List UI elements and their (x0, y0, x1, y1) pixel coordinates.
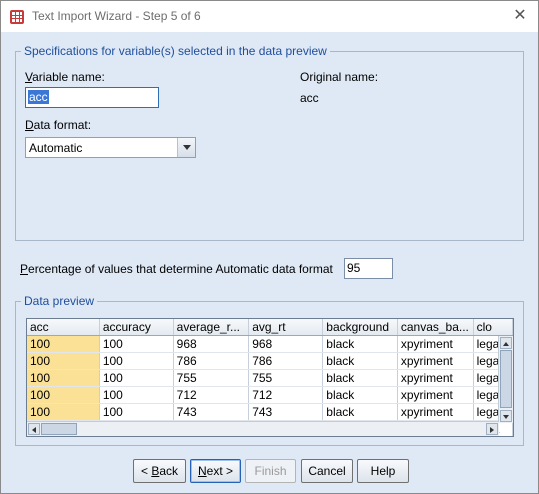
table-cell[interactable]: 743 (248, 403, 324, 421)
table-cell[interactable]: 786 (173, 352, 250, 370)
table-cell[interactable]: 100 (27, 369, 100, 387)
finish-button[interactable]: Finish (245, 459, 296, 483)
vertical-scrollbar[interactable] (498, 336, 513, 423)
vertical-scroll-thumb[interactable] (500, 350, 512, 408)
table-cell[interactable]: xpyriment (397, 386, 474, 404)
column-header[interactable]: average_r... (173, 319, 250, 336)
table-cell[interactable]: 100 (99, 403, 174, 421)
data-preview-grid[interactable]: acc accuracy average_r... avg_rt backgro… (26, 318, 514, 437)
horizontal-scroll-thumb[interactable] (41, 423, 77, 435)
column-header[interactable]: background (322, 319, 398, 336)
table-cell[interactable]: 100 (27, 386, 100, 404)
spss-app-icon (10, 10, 24, 24)
original-name-value: acc (300, 91, 319, 105)
specifications-legend: Specifications for variable(s) selected … (21, 44, 330, 58)
back-prefix: < (140, 464, 152, 478)
column-header[interactable]: avg_rt (248, 319, 324, 336)
table-cell[interactable]: 100 (27, 352, 100, 370)
table-cell[interactable]: 712 (173, 386, 250, 404)
table-cell[interactable]: black (322, 369, 398, 387)
table-cell[interactable]: black (322, 352, 398, 370)
table-cell[interactable]: 786 (248, 352, 324, 370)
table-cell[interactable]: 968 (248, 335, 324, 353)
table-cell[interactable]: 712 (248, 386, 324, 404)
table-cell[interactable]: xpyriment (397, 369, 474, 387)
data-preview-table: acc accuracy average_r... avg_rt backgro… (27, 319, 513, 436)
table-cell[interactable]: 100 (99, 352, 174, 370)
percentage-accel: P (20, 262, 29, 276)
table-cell[interactable]: 755 (173, 369, 250, 387)
scroll-down-arrow-icon[interactable] (500, 410, 512, 422)
data-preview-legend: Data preview (21, 294, 98, 308)
table-cell[interactable]: black (322, 403, 398, 421)
title-bar: Text Import Wizard - Step 5 of 6 ✕ (1, 1, 538, 32)
header-row: acc accuracy average_r... avg_rt backgro… (27, 319, 513, 336)
table-cell[interactable]: xpyriment (397, 352, 474, 370)
cancel-button[interactable]: Cancel (301, 459, 353, 483)
data-format-label: Data format: (25, 118, 91, 132)
table-cell[interactable]: 100 (27, 335, 100, 353)
horizontal-scrollbar[interactable] (27, 421, 499, 436)
table-row: 100 100 755 755 black xpyriment lega (27, 369, 513, 387)
table-cell[interactable]: 968 (173, 335, 250, 353)
help-button[interactable]: Help (357, 459, 409, 483)
scroll-right-arrow-icon[interactable] (486, 423, 498, 435)
variable-name-value: acc (28, 90, 49, 104)
window-title: Text Import Wizard - Step 5 of 6 (32, 9, 201, 23)
table-cell[interactable]: 100 (99, 386, 174, 404)
column-header[interactable]: clo (473, 319, 513, 336)
column-header[interactable]: canvas_ba... (397, 319, 474, 336)
column-header[interactable]: acc (27, 319, 100, 336)
chevron-down-icon[interactable] (177, 138, 195, 157)
table-row: 100 100 786 786 black xpyriment lega (27, 352, 513, 370)
close-icon: ✕ (513, 7, 527, 24)
back-label-rest: ack (159, 464, 179, 478)
percentage-label: Percentage of values that determine Auto… (20, 262, 333, 276)
data-format-accel: D (25, 118, 34, 132)
data-format-select[interactable]: Automatic (25, 137, 196, 158)
table-row: 100 100 712 712 black xpyriment lega (27, 386, 513, 404)
scroll-left-arrow-icon[interactable] (28, 423, 40, 435)
column-header[interactable]: accuracy (99, 319, 174, 336)
data-format-label-rest: ata format: (33, 118, 92, 132)
data-format-value: Automatic (29, 141, 83, 155)
next-accel: N (197, 464, 207, 478)
table-cell[interactable]: 100 (99, 335, 174, 353)
variable-name-label: Variable name: (25, 70, 105, 84)
table-cell[interactable]: 755 (248, 369, 324, 387)
next-button[interactable]: Next > (190, 459, 241, 483)
table-row: 100 100 968 968 black xpyriment lega (27, 335, 513, 353)
scroll-up-arrow-icon[interactable] (500, 337, 512, 349)
back-button[interactable]: < Back (133, 459, 186, 483)
table-cell[interactable]: black (322, 386, 398, 404)
percentage-value: 95 (347, 261, 361, 275)
original-name-label: Original name: (300, 70, 379, 84)
table-row: 100 100 743 743 black xpyriment lega (27, 403, 513, 421)
percentage-input[interactable]: 95 (344, 258, 393, 279)
next-label-rest: ext > (206, 464, 234, 478)
table-cell[interactable]: xpyriment (397, 335, 474, 353)
table-cell[interactable]: 100 (27, 403, 100, 421)
text-import-wizard-window: Text Import Wizard - Step 5 of 6 ✕ Speci… (0, 0, 539, 494)
variable-name-label-rest: ariable name: (32, 70, 105, 84)
close-button[interactable]: ✕ (508, 5, 532, 27)
variable-name-input[interactable]: acc (25, 87, 159, 108)
table-cell[interactable]: xpyriment (397, 403, 474, 421)
table-cell[interactable]: 743 (173, 403, 250, 421)
table-cell[interactable]: 100 (99, 369, 174, 387)
percentage-label-rest: ercentage of values that determine Autom… (28, 262, 333, 276)
table-cell[interactable]: black (322, 335, 398, 353)
